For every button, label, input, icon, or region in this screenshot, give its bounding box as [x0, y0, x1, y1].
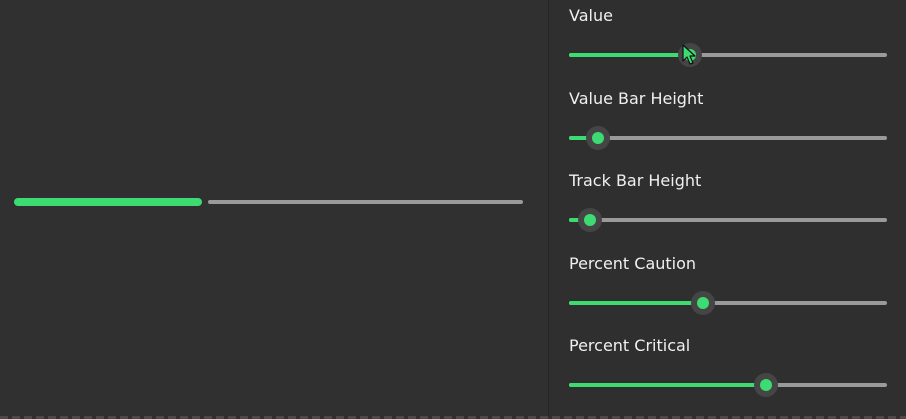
percent-caution-slider-fill [569, 301, 703, 305]
percent-caution-control: Percent Caution [569, 254, 887, 315]
settings-panel: Value Value Bar Height Track Bar Height [549, 0, 906, 419]
track-bar-height-control: Track Bar Height [569, 171, 887, 232]
percent-caution-slider[interactable] [569, 291, 887, 315]
progress-bar-preview [14, 198, 523, 206]
value-slider[interactable] [569, 43, 887, 67]
percent-critical-slider-thumb[interactable] [754, 373, 778, 397]
value-slider-thumb[interactable] [678, 43, 702, 67]
percent-caution-slider-thumb-dot [697, 297, 709, 309]
value-slider-fill [569, 53, 690, 57]
progress-bar-track [208, 200, 523, 204]
value-slider-thumb-dot [684, 49, 696, 61]
value-bar-height-label: Value Bar Height [569, 89, 704, 108]
value-bar-height-slider-thumb-dot [592, 132, 604, 144]
percent-caution-slider-thumb[interactable] [691, 291, 715, 315]
value-bar-height-slider-track [569, 136, 887, 140]
value-label: Value [569, 6, 613, 25]
value-bar-height-slider[interactable] [569, 126, 887, 150]
progress-bar-value [14, 198, 202, 206]
percent-caution-label: Percent Caution [569, 254, 697, 273]
percent-critical-slider[interactable] [569, 373, 887, 397]
track-bar-height-slider-track [569, 218, 887, 222]
track-bar-height-slider-thumb[interactable] [578, 208, 602, 232]
track-bar-height-label: Track Bar Height [569, 171, 702, 190]
percent-critical-label: Percent Critical [569, 336, 691, 355]
value-control: Value [569, 6, 887, 67]
percent-critical-slider-thumb-dot [760, 379, 772, 391]
value-bar-height-slider-thumb[interactable] [586, 126, 610, 150]
track-bar-height-slider-thumb-dot [584, 214, 596, 226]
percent-critical-control: Percent Critical [569, 336, 887, 397]
percent-critical-slider-fill [569, 383, 766, 387]
app-window: Value Value Bar Height Track Bar Height [0, 0, 906, 419]
value-bar-height-control: Value Bar Height [569, 89, 887, 150]
track-bar-height-slider[interactable] [569, 208, 887, 232]
preview-panel [0, 0, 548, 419]
